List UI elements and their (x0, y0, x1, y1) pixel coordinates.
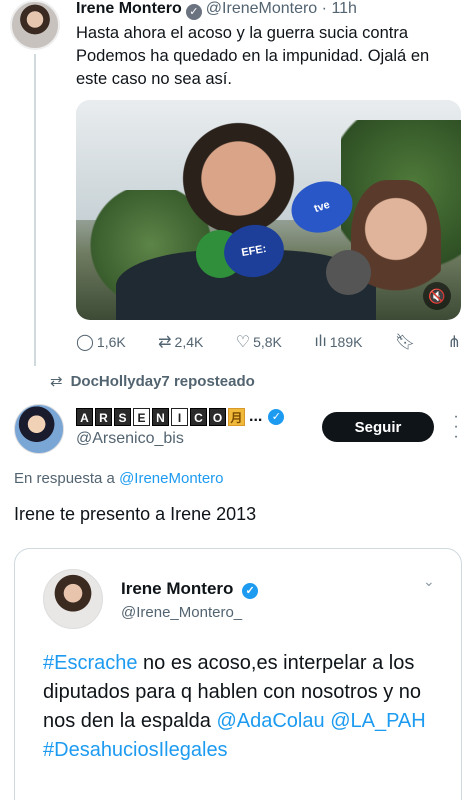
mute-icon[interactable]: 🔇 (423, 282, 451, 310)
name-letter: S (114, 408, 131, 426)
name-letter: A (76, 408, 93, 426)
like-count: 5,8K (253, 334, 282, 350)
name-letter: N (152, 408, 169, 426)
tweet-actions: ◯ 1,6K ⇄ 2,4K ♡ 5,8K ılı 189K 🔖︎ ⋔ (76, 330, 461, 354)
separator: · (321, 0, 327, 17)
quoted-author-name-text: Irene Montero (121, 579, 234, 598)
reply-avatar[interactable] (14, 404, 64, 454)
reply-button[interactable]: ◯ 1,6K (76, 332, 126, 352)
media-mic-grey (326, 250, 371, 295)
share-icon: ⋔ (447, 334, 461, 351)
author-name[interactable]: Irene Montero (76, 0, 182, 17)
reply-context: En respuesta a @IreneMontero (14, 470, 224, 487)
name-letter: R (95, 408, 112, 426)
verified-badge-icon: ✓ (242, 583, 259, 599)
reply-icon: ◯ (76, 334, 94, 351)
more-options-icon[interactable]: · · · (451, 409, 461, 445)
tweet-header: Irene Montero ✓ @IreneMontero · 11h (76, 0, 357, 20)
timestamp[interactable]: 11h (331, 0, 357, 17)
reply-author-handle[interactable]: @Arsenico_bis (76, 430, 184, 448)
repost-banner[interactable]: ⇄ DocHollyday7 reposteado (50, 372, 255, 390)
name-letter: C (190, 408, 207, 426)
bookmark-button[interactable]: 🔖︎ (395, 332, 415, 352)
follow-button[interactable]: Seguir (322, 412, 434, 442)
quoted-avatar (43, 569, 103, 629)
reply-count: 1,6K (96, 334, 126, 350)
views-bar-chart-icon: ılı (314, 333, 327, 350)
quoted-text: #Escrache no es acoso,es interpelar a lo… (43, 649, 443, 765)
name-letter: I (171, 408, 188, 426)
repost-banner-label: DocHollyday7 reposteado (70, 373, 255, 390)
chevron-down-icon: ⌄ (423, 573, 435, 589)
bookmark-icon: 🔖︎ (394, 334, 416, 351)
repost-button[interactable]: ⇄ 2,4K (158, 332, 203, 352)
verified-badge-icon: ✓ (185, 4, 202, 20)
repost-icon: ⇄ (50, 373, 63, 390)
name-letter: O (209, 408, 226, 426)
quoted-author-handle: @Irene_Montero_ (121, 604, 243, 621)
hashtag-link: #Escrache (43, 652, 138, 674)
moon-emoji-icon: 月 (228, 408, 245, 426)
thread-line (34, 54, 36, 366)
reply-author-name[interactable]: A R S E N I C O 月 ... ✓ (76, 408, 285, 426)
quoted-author-name: Irene Montero ✓ (121, 579, 259, 599)
views-count: 189K (329, 334, 363, 350)
name-ellipsis: ... (249, 408, 263, 425)
reply-text: Irene te presento a Irene 2013 (14, 504, 257, 524)
reply-prefix: En respuesta a (14, 470, 115, 487)
share-button[interactable]: ⋔ (448, 332, 461, 352)
repost-icon: ⇄ (158, 334, 172, 351)
mention-link: @AdaColau (216, 710, 325, 732)
heart-icon: ♡ (235, 334, 251, 351)
mention-link: @LA_PAH (330, 710, 426, 732)
author-handle[interactable]: @IreneMontero (206, 0, 317, 17)
avatar[interactable] (10, 0, 60, 50)
tweet-media-video[interactable]: EFE: tve 🔇 (76, 100, 461, 320)
tweet-text: Hasta ahora el acoso y la guerra sucia c… (76, 24, 430, 88)
like-button[interactable]: ♡ 5,8K (236, 332, 282, 352)
reply-mention-link[interactable]: @IreneMontero (119, 470, 223, 487)
hashtag-link: #DesahuciosIlegales (43, 739, 228, 761)
tweet-main: Irene Montero ✓ @IreneMontero · 11h Hasta … (0, 0, 475, 370)
verified-badge-icon: ✓ (268, 409, 285, 425)
repost-count: 2,4K (174, 334, 204, 350)
views-button[interactable]: ılı 189K (314, 333, 362, 351)
quoted-tweet-card[interactable]: Irene Montero ✓ @Irene_Montero_ ⌄ #Escra… (14, 548, 462, 800)
name-letter: E (133, 408, 150, 426)
